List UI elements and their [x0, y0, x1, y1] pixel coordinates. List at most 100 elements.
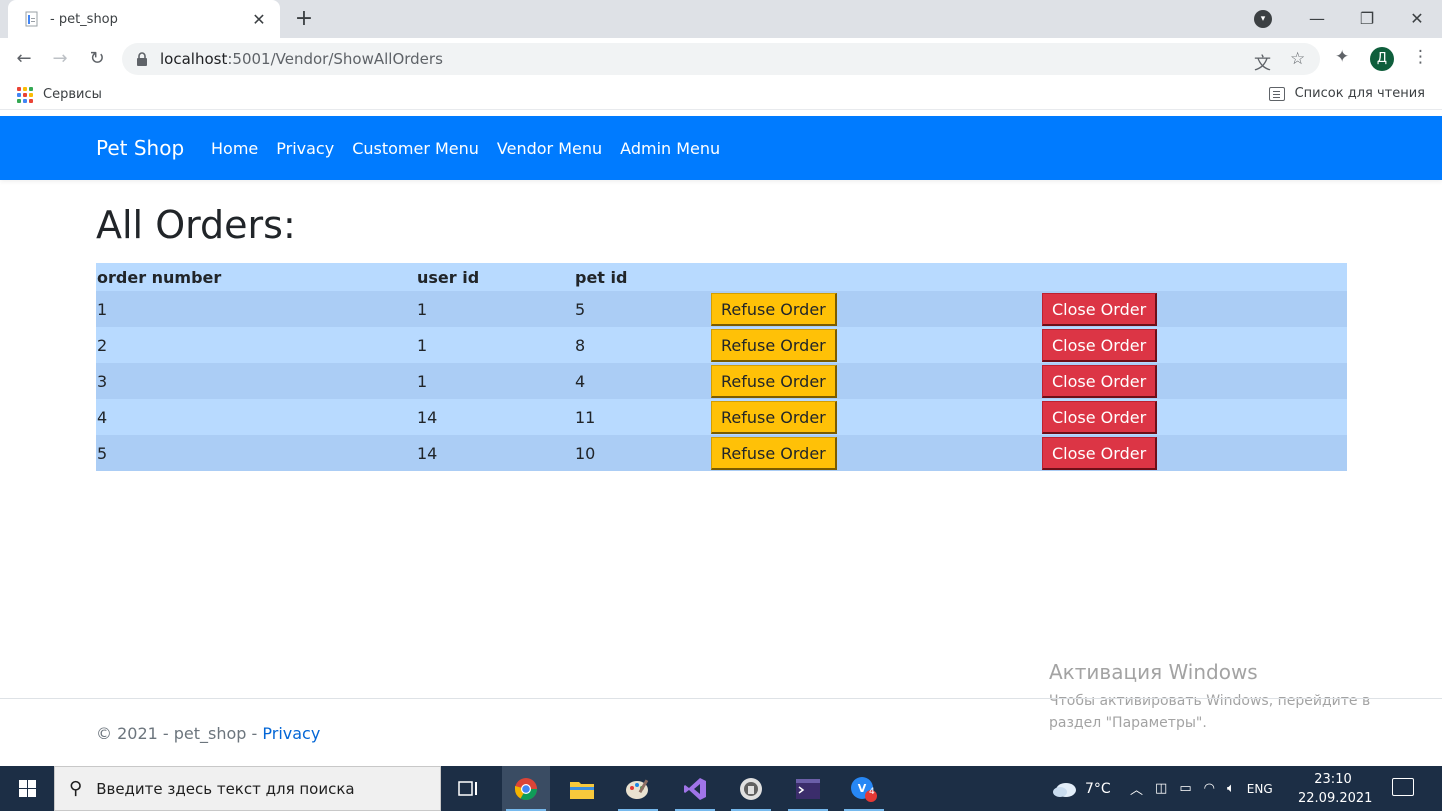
pet-id-cell: 8 — [574, 327, 710, 363]
taskbar-chrome-icon[interactable] — [502, 766, 550, 811]
refuse-order-button[interactable]: Refuse Order — [711, 292, 837, 326]
extensions-puzzle-icon[interactable]: ✦ — [1335, 47, 1349, 67]
page-favicon-icon — [25, 11, 38, 27]
refuse-order-button[interactable]: Refuse Order — [711, 328, 837, 362]
order-number-cell: 3 — [96, 363, 416, 399]
windows-logo-icon — [18, 780, 36, 797]
footer-divider — [0, 698, 1442, 699]
forward-arrow-icon[interactable]: → — [48, 47, 72, 71]
close-order-button[interactable]: Close Order — [1042, 436, 1158, 470]
nav-link-customer-menu[interactable]: Customer Menu — [352, 139, 479, 158]
tab-close-icon[interactable]: ✕ — [250, 10, 268, 29]
close-order-button[interactable]: Close Order — [1042, 400, 1158, 434]
refuse-cell: Refuse Order — [710, 363, 1041, 399]
order-number-cell: 1 — [96, 291, 416, 327]
table-row: 5 14 10 Refuse Order Close Order — [96, 435, 1347, 471]
bookmark-apps-label[interactable]: Сервисы — [43, 87, 102, 102]
profile-avatar[interactable]: Д — [1370, 47, 1394, 71]
reading-list-button[interactable]: Список для чтения — [1268, 86, 1425, 101]
tray-meet-icon[interactable]: ◫ — [1155, 781, 1167, 796]
pet-id-cell: 5 — [574, 291, 710, 327]
tab-search-icon[interactable]: ▾ — [1254, 10, 1272, 28]
search-icon: ⚲ — [69, 778, 83, 799]
weather-widget[interactable]: 7°C — [1052, 766, 1111, 811]
browser-tab[interactable]: - pet_shop ✕ — [8, 0, 280, 38]
refuse-cell: Refuse Order — [710, 291, 1041, 327]
site-navbar: Pet Shop Home Privacy Customer Menu Vend… — [0, 116, 1442, 180]
volume-icon[interactable]: 🔈︎ — [1227, 781, 1235, 796]
footer-copyright: © 2021 - pet_shop - — [96, 724, 263, 743]
bookmarks-bar: Сервисы Список для чтения — [0, 80, 1442, 110]
taskbar-vk-icon[interactable]: V 4 — [840, 766, 888, 811]
footer-privacy-link[interactable]: Privacy — [262, 724, 320, 743]
table-row: 1 1 5 Refuse Order Close Order — [96, 291, 1347, 327]
refuse-order-button[interactable]: Refuse Order — [711, 400, 837, 434]
watermark-text: Чтобы активировать Windows, перейдите в … — [1049, 693, 1371, 731]
pet-id-cell: 10 — [574, 435, 710, 471]
windows-taskbar: ⚲ Введите здесь текст для поиска V 4 7°C… — [0, 766, 1442, 811]
pet-id-cell: 4 — [574, 363, 710, 399]
back-arrow-icon[interactable]: ← — [12, 47, 36, 71]
taskbar-visual-studio-icon[interactable] — [671, 766, 719, 811]
table-row: 4 14 11 Refuse Order Close Order — [96, 399, 1347, 435]
url-text: localhost:5001/Vendor/ShowAllOrders — [160, 50, 443, 68]
table-header-row: order number user id pet id — [96, 263, 1347, 291]
cloud-icon — [1053, 782, 1076, 797]
close-cell: Close Order — [1041, 435, 1347, 471]
notification-center-icon[interactable] — [1392, 778, 1414, 796]
nav-link-privacy[interactable]: Privacy — [276, 139, 334, 158]
tray-chevron-up-icon[interactable]: ︿ — [1130, 779, 1143, 798]
translate-icon[interactable]: ⽂ — [1254, 49, 1271, 74]
nav-link-home[interactable]: Home — [211, 139, 258, 158]
close-order-button[interactable]: Close Order — [1042, 364, 1158, 398]
apps-grid-icon[interactable] — [17, 87, 33, 103]
user-id-cell: 1 — [416, 363, 574, 399]
window-controls: — ❐ ✕ — [1292, 0, 1442, 38]
user-id-cell: 14 — [416, 399, 574, 435]
start-button[interactable] — [0, 766, 54, 811]
reload-icon[interactable]: ↻ — [85, 47, 109, 71]
user-id-cell: 14 — [416, 435, 574, 471]
brand-link[interactable]: Pet Shop — [96, 136, 184, 160]
browser-toolbar: ← → ↻ localhost:5001/Vendor/ShowAllOrder… — [0, 38, 1442, 80]
taskbar-paint-icon[interactable] — [614, 766, 662, 811]
taskbar-clock[interactable]: 23:10 22.09.2021 — [1298, 770, 1372, 808]
refuse-cell: Refuse Order — [710, 327, 1041, 363]
taskbar-search-placeholder: Введите здесь текст для поиска — [96, 779, 355, 798]
order-number-cell: 5 — [96, 435, 416, 471]
close-window-button[interactable]: ✕ — [1392, 3, 1442, 35]
wifi-icon[interactable]: ◠ — [1204, 781, 1215, 796]
taskbar-search-box[interactable]: ⚲ Введите здесь текст для поиска — [54, 766, 441, 811]
user-id-cell: 1 — [416, 327, 574, 363]
restore-button[interactable]: ❐ — [1342, 3, 1392, 35]
windows-activation-watermark: Активация Windows Чтобы активировать Win… — [1049, 660, 1370, 734]
menu-kebab-icon[interactable]: ⋮ — [1412, 47, 1429, 67]
header-order-number: order number — [96, 263, 416, 291]
minimize-button[interactable]: — — [1292, 3, 1342, 35]
close-order-button[interactable]: Close Order — [1042, 292, 1158, 326]
task-view-icon[interactable] — [445, 766, 493, 811]
close-order-button[interactable]: Close Order — [1042, 328, 1158, 362]
refuse-cell: Refuse Order — [710, 399, 1041, 435]
lock-icon — [137, 52, 147, 66]
order-number-cell: 2 — [96, 327, 416, 363]
address-bar[interactable]: localhost:5001/Vendor/ShowAllOrders ⽂ ☆ — [122, 43, 1320, 75]
reading-list-icon — [1268, 86, 1285, 101]
taskbar-file-explorer-icon[interactable] — [558, 766, 606, 811]
clock-time: 23:10 — [1314, 772, 1352, 787]
new-tab-button[interactable]: + — [292, 7, 316, 31]
language-indicator[interactable]: ENG — [1247, 782, 1273, 796]
refuse-order-button[interactable]: Refuse Order — [711, 436, 837, 470]
refuse-order-button[interactable]: Refuse Order — [711, 364, 837, 398]
bookmark-star-icon[interactable]: ☆ — [1290, 49, 1305, 69]
taskbar-app-icon[interactable] — [727, 766, 775, 811]
close-cell: Close Order — [1041, 363, 1347, 399]
refuse-cell: Refuse Order — [710, 435, 1041, 471]
taskbar-terminal-icon[interactable] — [784, 766, 832, 811]
nav-link-vendor-menu[interactable]: Vendor Menu — [497, 139, 602, 158]
close-cell: Close Order — [1041, 399, 1347, 435]
battery-icon[interactable]: ▭ — [1179, 781, 1191, 796]
header-user-id: user id — [416, 263, 574, 291]
vk-badge-count: 4 — [869, 787, 875, 797]
nav-link-admin-menu[interactable]: Admin Menu — [620, 139, 720, 158]
